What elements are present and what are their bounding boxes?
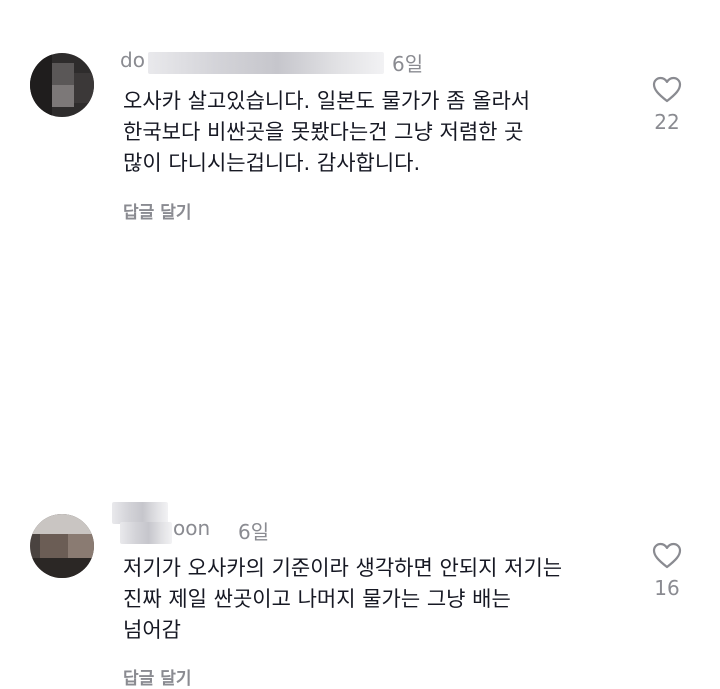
like-count: 16 xyxy=(654,576,680,600)
comment-meta: do xyxy=(120,48,145,72)
comment-line: 저기가 오사카의 기준이라 생각하면 안되지 저기는 xyxy=(123,556,563,580)
comment-line: 진짜 제일 싼곳이고 나머지 물가는 그냥 배는 xyxy=(123,587,511,611)
reply-button[interactable]: 답글 달기 xyxy=(123,198,191,223)
username[interactable]: do xyxy=(120,48,145,72)
comment-time: 6일 xyxy=(392,52,424,76)
like-button[interactable]: 22 xyxy=(637,76,697,134)
blurred-username xyxy=(148,52,384,74)
like-count: 22 xyxy=(654,110,680,134)
comment-text: 오사카 살고있습니다. 일본도 물가가 좀 올라서 한국보다 비싼곳을 못봤다는… xyxy=(123,86,530,179)
reply-button[interactable]: 답글 달기 xyxy=(123,664,191,689)
avatar[interactable] xyxy=(30,514,94,578)
like-button[interactable]: 16 xyxy=(637,542,697,600)
comment-text: 저기가 오사카의 기준이라 생각하면 안되지 저기는 진짜 제일 싼곳이고 나머… xyxy=(123,553,562,646)
heart-outline-icon[interactable] xyxy=(652,542,682,570)
comment-line: 오사카 살고있습니다. 일본도 물가가 좀 올라서 xyxy=(123,89,531,113)
comment: oon 6일 저기가 오사카의 기준이라 생각하면 안되지 저기는 진짜 제일 … xyxy=(0,240,720,689)
comment-meta: oon xyxy=(173,516,210,540)
blurred-username xyxy=(112,502,168,524)
heart-outline-icon[interactable] xyxy=(652,76,682,104)
comment-time: 6일 xyxy=(238,520,270,544)
blurred-username xyxy=(120,522,172,544)
comment-line: 많이 다니시는겁니다. 감사합니다. xyxy=(123,151,421,175)
comment-line: 넘어감 xyxy=(123,618,181,642)
comment: do 6일 오사카 살고있습니다. 일본도 물가가 좀 올라서 한국보다 비싼곳… xyxy=(0,0,720,240)
username[interactable]: oon xyxy=(173,516,210,540)
avatar[interactable] xyxy=(30,53,94,117)
comment-line: 한국보다 비싼곳을 못봤다는건 그냥 저렴한 곳 xyxy=(123,120,524,144)
